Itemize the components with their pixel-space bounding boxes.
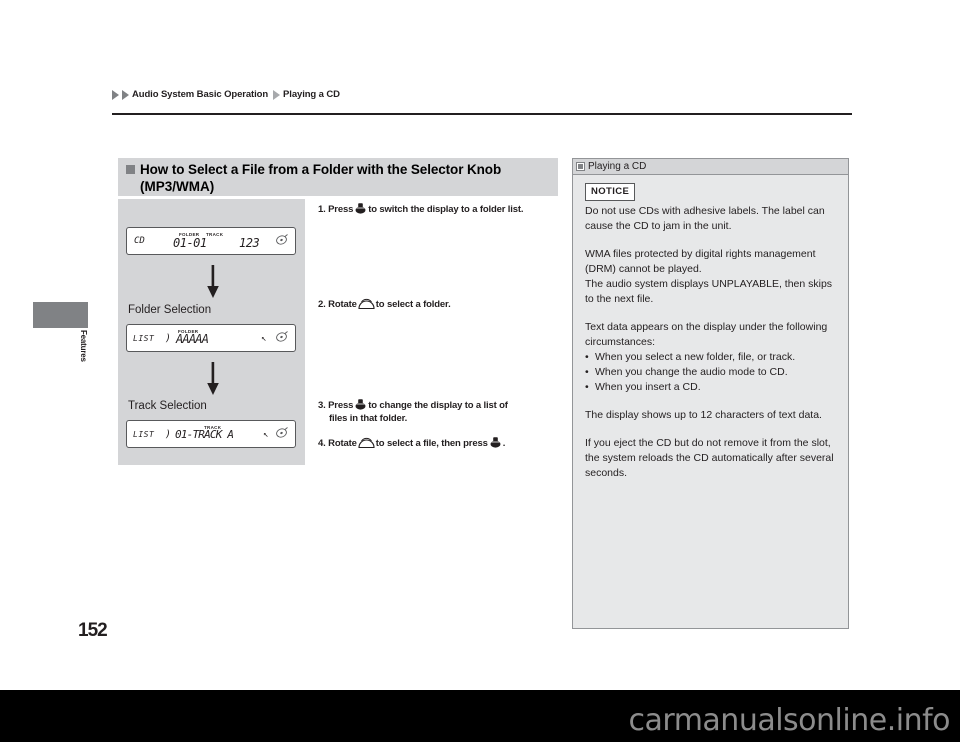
list-item: When you change the audio mode to CD. [585,365,835,380]
side-note-panel: Playing a CD NOTICE Do not use CDs with … [572,158,849,629]
illustration-panel: CD FOLDER TRACK 01-01 123 Folder Selecti… [118,199,305,465]
down-arrow-icon [207,362,219,395]
section-heading-line1: How to Select a File from a Folder with … [140,162,502,177]
watermark-text: carmanualsonline.info [628,703,951,738]
note-icon [576,162,585,171]
knob-press-icon [355,399,366,410]
knob-rotate-icon [358,298,375,310]
para-unplayable: The audio system displays UNPLAYABLE, th… [585,278,833,305]
lcd3-track-name: 01-TRACK A [175,428,234,441]
disc-icon [276,331,288,342]
step-4-text-before: Rotate [328,438,357,449]
step-3: 3. Press to change the display to a list … [318,398,566,425]
disc-icon [276,234,288,245]
step-3-text-after2: files in that folder. [329,412,408,424]
lcd1-track-label: TRACK [206,232,224,237]
lcd3-separator: ) [165,429,172,440]
lcd-display-folder-list: LIST ) FOLDER AAAAA ↖ [126,324,296,352]
notice-text: Do not use CDs with adhesive labels. The… [585,205,825,232]
knob-rotate-icon [358,437,375,449]
lcd-display-track-list: LIST ) TRACK 01-TRACK A ↖ [126,420,296,448]
section-heading: How to Select a File from a Folder with … [118,158,558,196]
lcd2-enter-mark: ↖ [261,334,267,344]
step-4-text-after: to select a file, then press [375,438,488,449]
lcd1-mode: CD [134,236,145,246]
knob-press-icon [355,203,366,214]
caption-folder-selection: Folder Selection [128,304,212,316]
watermark-band: carmanualsonline.info [0,690,960,742]
side-note-body: NOTICE Do not use CDs with adhesive labe… [585,183,835,494]
step-3-number: 3. [318,400,326,411]
header-divider [112,113,852,115]
step-2-text-after: to select a folder. [375,299,451,310]
step-2: 2. Rotate to select a folder. [318,298,566,312]
step-4: 4. Rotate to select a file, then press. [318,436,566,451]
side-note-title-bar: Playing a CD [573,159,848,175]
step-2-text-before: Rotate [328,299,357,310]
para-drm: WMA files protected by digital rights ma… [585,248,816,275]
step-1-text-before: Press [328,204,354,215]
section-tab-label: Features [79,330,88,362]
step-1: 1. Press to switch the display to a folde… [318,202,566,217]
lcd1-elapsed-value: 123 [239,236,260,250]
lcd-display-playback: CD FOLDER TRACK 01-01 123 [126,227,296,255]
notice-badge: NOTICE [585,183,636,201]
step-2-number: 2. [318,299,326,310]
step-4-text-period: . [502,438,506,449]
page-number: 152 [78,620,108,641]
knob-press-icon [490,437,501,448]
down-arrow-icon [207,265,219,298]
lcd3-enter-mark: ↖ [263,430,269,440]
lcd2-separator: ) [165,333,172,344]
lcd1-folder-track-value: 01-01 [173,236,207,250]
breadcrumb-arrow-icon [122,89,129,100]
breadcrumb-separator-icon [273,89,281,100]
step-3-text-after: to change the display to a list of [368,400,508,411]
step-1-text-after: to switch the display to a folder list. [368,204,524,215]
page-sheet: Audio System Basic Operation Playing a C… [0,0,960,690]
section-tab [33,302,88,328]
para-eject: If you eject the CD but do not remove it… [585,437,834,479]
list-item: When you insert a CD. [585,380,835,395]
breadcrumb-current: Playing a CD [283,89,340,100]
side-note-title: Playing a CD [588,161,647,172]
lcd2-folder-name: AAAAA [176,332,209,346]
step-4-number: 4. [318,438,326,449]
breadcrumb-parent[interactable]: Audio System Basic Operation [132,89,268,100]
caption-track-selection: Track Selection [128,400,207,412]
heading-square-icon [126,165,135,174]
step-1-number: 1. [318,204,326,215]
list-item: When you select a new folder, file, or t… [585,350,835,365]
para-characters: The display shows up to 12 characters of… [585,409,822,421]
section-heading-line2: (MP3/WMA) [140,179,215,194]
para-text-data: Text data appears on the display under t… [585,321,828,348]
lcd2-list-label: LIST [133,334,155,343]
lcd3-list-label: LIST [133,430,155,439]
breadcrumb-arrow-icon [112,89,119,100]
disc-icon [276,427,288,438]
step-3-text-before: Press [328,400,354,411]
breadcrumb: Audio System Basic Operation Playing a C… [112,89,340,100]
text-data-bullets: When you select a new folder, file, or t… [585,350,835,395]
